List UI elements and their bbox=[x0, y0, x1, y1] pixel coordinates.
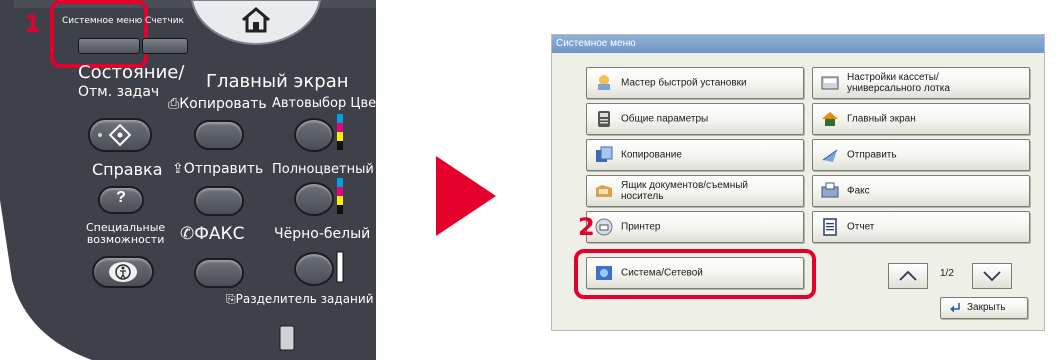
bw-button[interactable] bbox=[294, 252, 334, 286]
copy-icon bbox=[596, 146, 613, 162]
control-panel: Системное меню Счетчик 1 Состояние/ Отм.… bbox=[0, 0, 376, 360]
system-menu-highlight bbox=[50, 0, 148, 68]
callout-1: 1 bbox=[24, 10, 41, 38]
copy-label: ⎙Копировать bbox=[168, 96, 267, 112]
quick-setup-wizard-label: Мастер быстрой установки bbox=[621, 77, 747, 89]
cassette-settings-label: Настройки кассеты/ универсального лотка bbox=[847, 72, 950, 94]
auto-color-label: Автовыбор Цвета bbox=[272, 96, 376, 111]
send-label-text: Отправить bbox=[183, 161, 264, 177]
system-menu-key-label: Системное меню bbox=[62, 16, 143, 26]
report-label: Отчет bbox=[847, 221, 875, 233]
help-button[interactable]: ? bbox=[98, 186, 144, 214]
report-icon bbox=[823, 218, 837, 236]
printer-label: Принтер bbox=[621, 221, 661, 233]
common-settings-icon bbox=[598, 111, 610, 127]
fullcolor-label: Полноцветный bbox=[272, 162, 374, 177]
home-icon bbox=[822, 112, 838, 126]
callout-2: 2 bbox=[578, 213, 595, 241]
wizard-icon bbox=[598, 75, 610, 90]
status-label-line2: Отм. задач bbox=[78, 84, 160, 100]
chevron-up-icon bbox=[899, 270, 917, 281]
fax-label-text: ФАКС bbox=[194, 224, 245, 244]
printer-button[interactable]: Принтер bbox=[586, 211, 804, 243]
cassette-icon bbox=[821, 76, 839, 90]
fax-icon bbox=[821, 182, 839, 198]
accessibility-icon bbox=[109, 262, 137, 282]
copy-button[interactable] bbox=[194, 120, 244, 150]
diamond-target-icon bbox=[98, 123, 132, 147]
status-label-line1: Состояние/ bbox=[78, 62, 185, 83]
page-up-button[interactable] bbox=[888, 263, 928, 289]
document-box-button[interactable]: Ящик документов/съемный носитель bbox=[586, 175, 804, 207]
help-label: Справка bbox=[92, 160, 163, 179]
return-arrow-icon bbox=[950, 303, 960, 313]
fax-button[interactable] bbox=[194, 258, 244, 288]
home-screen-label: Главный экран bbox=[847, 113, 916, 125]
status-job-cancel-button[interactable] bbox=[88, 118, 152, 152]
fullcolor-button[interactable] bbox=[294, 182, 334, 216]
screen-title: Системное меню bbox=[552, 35, 1044, 53]
page-indicator: 1/2 bbox=[940, 268, 954, 279]
printer-icon bbox=[595, 218, 613, 236]
send-button[interactable] bbox=[194, 186, 244, 216]
cassette-settings-button[interactable]: Настройки кассеты/ универсального лотка bbox=[812, 67, 1030, 99]
copying-label: Копирование bbox=[621, 149, 682, 161]
step-arrow-icon bbox=[436, 156, 496, 236]
fax-label-screen: Факс bbox=[847, 185, 870, 197]
accessibility-line2: возможности bbox=[86, 233, 165, 246]
bw-label: Чёрно-белый bbox=[274, 226, 371, 242]
chevron-down-icon bbox=[983, 271, 1001, 282]
fax-button-screen[interactable]: Факс bbox=[812, 175, 1030, 207]
close-button[interactable]: Закрыть bbox=[940, 297, 1028, 319]
send-label-screen: Отправить bbox=[847, 149, 897, 161]
auto-color-indicator bbox=[337, 114, 343, 150]
auto-color-button[interactable] bbox=[294, 118, 334, 152]
home-screen-button[interactable]: Главный экран bbox=[812, 103, 1030, 135]
copying-button[interactable]: Копирование bbox=[586, 139, 804, 171]
send-button-screen[interactable]: Отправить bbox=[812, 139, 1030, 171]
close-label: Закрыть bbox=[967, 302, 1006, 313]
send-icon bbox=[822, 149, 838, 162]
quick-setup-wizard-button[interactable]: Мастер быстрой установки bbox=[586, 67, 804, 99]
bw-indicator bbox=[336, 251, 344, 283]
fax-label: ✆ФАКС bbox=[180, 224, 245, 244]
document-box-label: Ящик документов/съемный носитель bbox=[621, 180, 749, 202]
copy-label-text: Копировать bbox=[179, 96, 267, 112]
touch-screen: Системное меню Мастер быстрой установки … bbox=[551, 34, 1045, 331]
help-glyph: ? bbox=[116, 189, 126, 206]
page-down-button[interactable] bbox=[972, 263, 1012, 289]
common-settings-button[interactable]: Общие параметры bbox=[586, 103, 804, 135]
system-menu-key[interactable] bbox=[78, 38, 140, 54]
fullcolor-indicator bbox=[337, 178, 343, 214]
accessibility-button[interactable] bbox=[92, 256, 154, 288]
home-icon bbox=[242, 7, 270, 33]
job-separator-label: ⎘Разделитель заданий bbox=[226, 292, 374, 306]
home-label: Главный экран bbox=[206, 71, 349, 92]
report-button[interactable]: Отчет bbox=[812, 211, 1030, 243]
accessibility-label: Специальные возможности bbox=[86, 222, 165, 246]
send-label: ⇪Отправить bbox=[172, 161, 264, 177]
counter-key-label: Счетчик bbox=[145, 16, 184, 26]
job-separator-label-text: Разделитель заданий bbox=[235, 292, 374, 306]
counter-key[interactable] bbox=[142, 38, 188, 54]
common-settings-label: Общие параметры bbox=[621, 113, 709, 125]
system-network-highlight bbox=[574, 249, 816, 299]
document-box-icon bbox=[596, 185, 612, 197]
